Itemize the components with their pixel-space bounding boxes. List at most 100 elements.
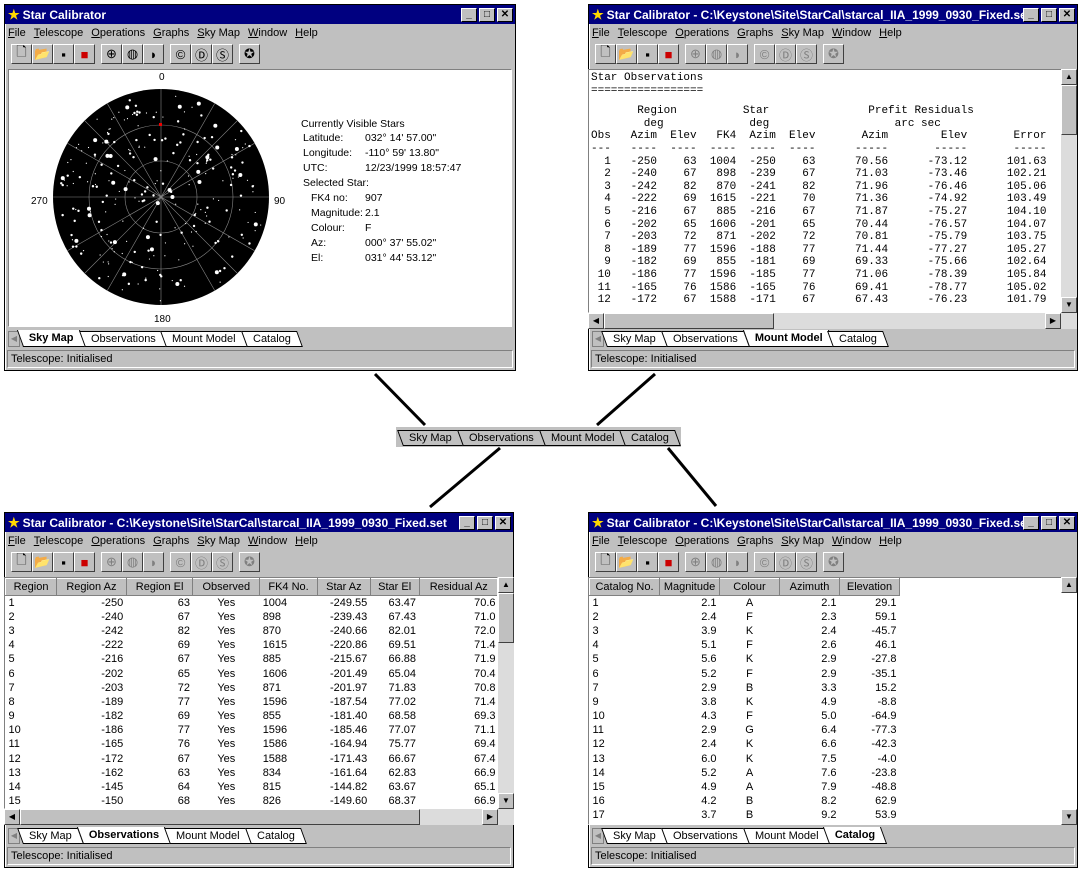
menu-graphs[interactable]: Graphs (153, 535, 189, 547)
tab-skymap[interactable]: Sky Map (601, 828, 668, 844)
d-circle-icon[interactable]: Ⓓ (775, 552, 796, 572)
save-red-icon[interactable]: ■ (658, 552, 679, 572)
menu-window[interactable]: Window (832, 535, 871, 547)
table-row[interactable]: 3 3.9 K 2.4 -45.7 (590, 624, 900, 638)
column-header[interactable]: Observed (192, 578, 261, 596)
column-header[interactable]: Region (5, 578, 58, 596)
tab-mount-model[interactable]: Mount Model (742, 828, 831, 844)
table-row[interactable]: 4 -222 69 Yes 1615 -220.86 69.51 71.4 (6, 638, 498, 652)
table-row[interactable]: 15 -150 68 Yes 826 -149.60 68.37 66.9 (6, 794, 498, 808)
menu-help[interactable]: Help (879, 535, 902, 547)
s-circle-icon[interactable]: Ⓢ (796, 552, 817, 572)
crosshair-icon[interactable]: ⊕ (101, 552, 122, 572)
minimize-button[interactable]: _ (1023, 515, 1039, 530)
tab-skymap[interactable]: Sky Map (397, 430, 464, 446)
minimize-button[interactable]: _ (459, 515, 475, 530)
tab-observations[interactable]: Observations (660, 828, 750, 844)
globe-icon[interactable]: ◍ (122, 552, 143, 572)
table-row[interactable]: 1 -250 63 Yes 1004 -249.55 63.47 70.6 (6, 596, 498, 610)
table-row[interactable]: 8 -189 77 Yes 1596 -187.54 77.02 71.4 (6, 695, 498, 709)
table-row[interactable]: 12 -172 67 Yes 1588 -171.43 66.67 67.4 (6, 752, 498, 766)
scroll-thumb[interactable] (498, 593, 514, 643)
new-file-icon[interactable]: 🗋 (11, 552, 32, 572)
observations-table[interactable]: Region Region Az Region El Observed FK4 No. S… (5, 578, 498, 808)
table-row[interactable]: 3 -242 82 Yes 870 -240.66 82.01 72.0 (6, 624, 498, 638)
menu-operations[interactable]: Operations (675, 535, 729, 547)
table-row[interactable]: 13 -162 63 Yes 834 -161.64 62.83 66.9 (6, 766, 498, 780)
open-folder-icon[interactable]: 📂 (32, 552, 53, 572)
s-circle-icon[interactable]: Ⓢ (212, 552, 233, 572)
table-row[interactable]: 10 -186 77 Yes 1596 -185.46 77.07 71.1 (6, 723, 498, 737)
column-header[interactable]: Star Az (316, 578, 371, 596)
menu-skymap[interactable]: Sky Map (197, 535, 240, 547)
scroll-right-icon[interactable]: ▶ (482, 809, 498, 825)
c-circle-icon[interactable]: © (754, 552, 775, 572)
new-file-icon[interactable]: 🗋 (595, 552, 616, 572)
column-header[interactable]: Region Az (56, 578, 127, 596)
close-button[interactable]: ✕ (1059, 515, 1075, 530)
maximize-button[interactable]: □ (1041, 515, 1057, 530)
column-header[interactable]: Star El (369, 578, 420, 596)
scroll-thumb[interactable] (20, 809, 420, 825)
table-row[interactable]: 9 -182 69 Yes 855 -181.40 68.58 69.3 (6, 709, 498, 723)
column-header[interactable]: Catalog No. (589, 578, 660, 596)
table-row[interactable]: 184.5B9.233.7 (590, 823, 900, 825)
menu-telescope[interactable]: Telescope (34, 535, 84, 547)
vertical-scrollbar[interactable]: ▲ ▼ (498, 577, 514, 809)
tab-mount-model[interactable]: Mount Model (164, 828, 252, 844)
table-row[interactable]: 11 2.9 G 6.4 -77.3 (590, 723, 900, 737)
scroll-up-icon[interactable]: ▲ (498, 577, 514, 593)
tab-observations[interactable]: Observations (76, 827, 172, 844)
c-circle-icon[interactable]: © (170, 552, 191, 572)
open-folder-icon[interactable]: 📂 (616, 552, 637, 572)
table-row[interactable]: 10 4.3 F 5.0 -64.9 (590, 709, 900, 723)
catalog-table[interactable]: Catalog No. Magnitude Colour Azimuth Elevati… (589, 578, 900, 825)
horizontal-scrollbar[interactable]: ◀ ▶ (4, 809, 514, 825)
tab-observations[interactable]: Observations (456, 430, 546, 446)
table-row[interactable]: 1 2.1 A 2.1 29.1 (590, 596, 900, 610)
column-header[interactable]: Residual Az (418, 578, 497, 596)
scroll-left-icon[interactable]: ◀ (4, 809, 20, 825)
table-row[interactable]: 2 -240 67 Yes 898 -239.43 67.43 71.0 (6, 610, 498, 624)
calibrate-icon[interactable]: ✪ (239, 552, 260, 572)
table-row[interactable]: 15 4.9 A 7.9 -48.8 (590, 780, 900, 794)
save-icon[interactable]: ▪ (637, 552, 658, 572)
column-header[interactable]: Elevation (839, 578, 900, 596)
column-header[interactable]: FK4 No. (259, 578, 318, 596)
table-row[interactable]: 14 5.2 A 7.6 -23.8 (590, 766, 900, 780)
table-row[interactable]: 5 -216 67 Yes 885 -215.67 66.88 71.9 (6, 652, 498, 666)
menu-operations[interactable]: Operations (91, 535, 145, 547)
save-red-icon[interactable]: ■ (74, 552, 95, 572)
menu-window[interactable]: Window (248, 535, 287, 547)
table-row[interactable]: 11 -165 76 Yes 1586 -164.94 75.77 69.4 (6, 737, 498, 751)
table-row[interactable]: 2 2.4 F 2.3 59.1 (590, 610, 900, 624)
moon-icon[interactable]: ◗ (727, 552, 748, 572)
menu-graphs[interactable]: Graphs (737, 535, 773, 547)
table-row[interactable]: 5 5.6 K 2.9 -27.8 (590, 652, 900, 666)
tab-catalog[interactable]: Catalog (619, 430, 682, 446)
column-header[interactable]: Azimuth (779, 578, 840, 596)
menu-file[interactable]: File (592, 535, 610, 547)
maximize-button[interactable]: □ (477, 515, 493, 530)
tab-catalog[interactable]: Catalog (823, 827, 888, 844)
crosshair-icon[interactable]: ⊕ (685, 552, 706, 572)
scroll-down-icon[interactable]: ▼ (1061, 809, 1077, 825)
tab-mount-model[interactable]: Mount Model (538, 430, 627, 446)
column-header[interactable]: Magnitude (659, 578, 720, 596)
table-row[interactable]: 7 2.9 B 3.3 15.2 (590, 681, 900, 695)
moon-icon[interactable]: ◗ (143, 552, 164, 572)
table-row[interactable]: 14 -145 64 Yes 815 -144.82 63.67 65.1 (6, 780, 498, 794)
table-row[interactable]: 13 6.0 K 7.5 -4.0 (590, 752, 900, 766)
vertical-scrollbar[interactable]: ▲ ▼ (1061, 577, 1077, 825)
menu-file[interactable]: File (8, 535, 26, 547)
menu-skymap[interactable]: Sky Map (781, 535, 824, 547)
table-row[interactable]: 17 3.7 B 9.2 53.9 (590, 808, 900, 822)
globe-icon[interactable]: ◍ (706, 552, 727, 572)
column-header[interactable]: Region El (125, 578, 194, 596)
table-row[interactable]: 7 -203 72 Yes 871 -201.97 71.83 70.8 (6, 681, 498, 695)
table-row[interactable]: 6 5.2 F 2.9 -35.1 (590, 666, 900, 680)
table-row[interactable]: 9 3.8 K 4.9 -8.8 (590, 695, 900, 709)
scroll-down-icon[interactable]: ▼ (498, 793, 514, 809)
d-circle-icon[interactable]: Ⓓ (191, 552, 212, 572)
close-button[interactable]: ✕ (495, 515, 511, 530)
